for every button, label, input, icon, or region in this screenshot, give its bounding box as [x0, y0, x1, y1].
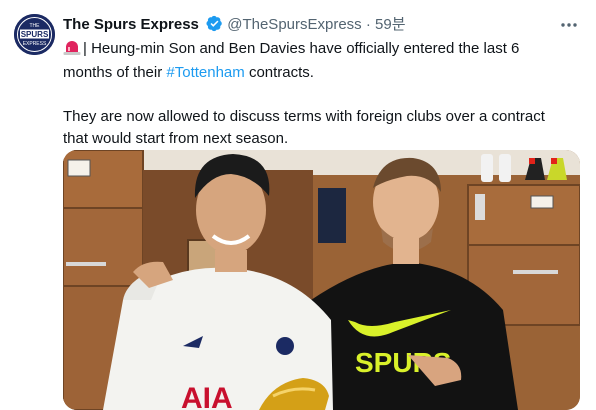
tweet-paragraph-2: They are now allowed to discuss terms wi…: [63, 108, 545, 147]
more-options-icon[interactable]: [558, 14, 580, 36]
tweet-photo[interactable]: SPURS AIA: [63, 150, 580, 410]
tweet-photo-image: SPURS AIA: [63, 150, 580, 410]
avatar-text-mid: SPURS: [21, 30, 49, 39]
tweet-timestamp[interactable]: 59분: [375, 16, 406, 33]
account-avatar[interactable]: THE SPURS EXPRESS: [14, 14, 55, 55]
avatar-text-bottom: EXPRESS: [23, 41, 47, 47]
tweet-card[interactable]: THE SPURS EXPRESS The Spurs Express @The…: [0, 0, 596, 410]
avatar-text-top: THE: [30, 23, 41, 29]
account-name[interactable]: The Spurs Express: [63, 16, 199, 33]
verified-badge-icon: [206, 15, 223, 38]
account-handle[interactable]: @TheSpursExpress: [227, 16, 361, 33]
tweet-text: | Heung-min Son and Ben Davies have offi…: [63, 38, 563, 150]
tweet-paragraph-1: | Heung-min Son and Ben Davies have offi…: [63, 38, 563, 84]
header-separator: ·: [365, 16, 371, 33]
tweet-text-suffix: contracts.: [244, 64, 314, 81]
siren-emoji-icon: [63, 39, 81, 62]
spurs-express-logo: THE SPURS EXPRESS: [14, 14, 55, 55]
tweet-header: The Spurs Express @TheSpursExpress · 59분: [63, 15, 406, 38]
hashtag-link[interactable]: #Tottenham: [166, 64, 244, 81]
left-shirt-text: AIA: [181, 382, 233, 410]
